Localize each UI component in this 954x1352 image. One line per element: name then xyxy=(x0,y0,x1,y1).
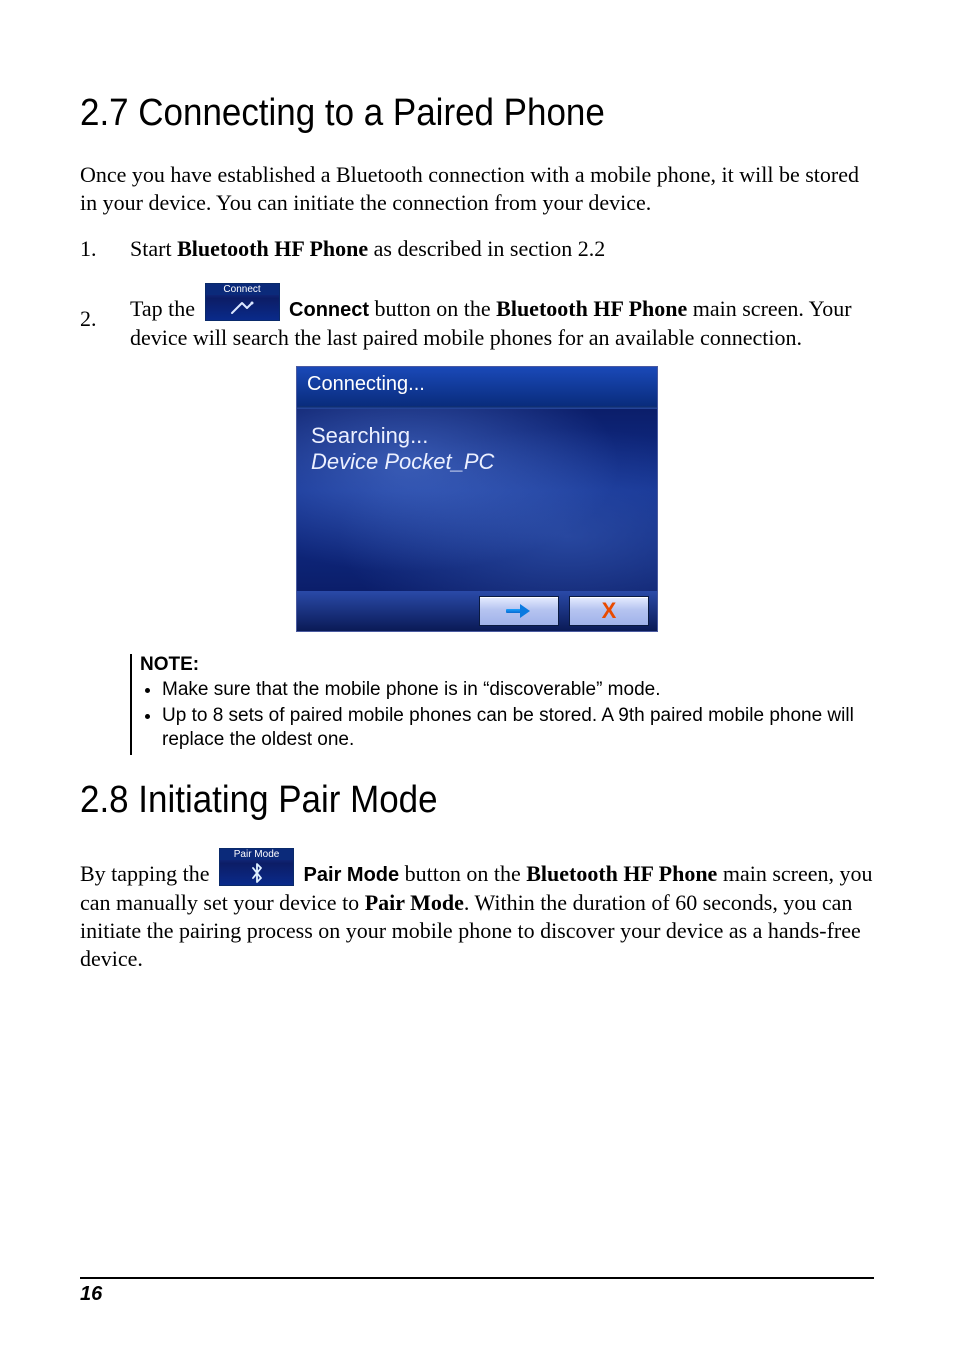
step-1-number: 1. xyxy=(80,235,97,263)
device-dialog-line2: Device Pocket_PC xyxy=(311,449,643,475)
step-2-mid1: button on the xyxy=(369,296,496,321)
heading-2-7: 2.7 Connecting to a Paired Phone xyxy=(80,92,810,135)
arrow-right-icon xyxy=(506,606,532,616)
close-icon: X xyxy=(602,600,617,622)
close-button[interactable]: X xyxy=(569,596,649,626)
note-block: NOTE: Make sure that the mobile phone is… xyxy=(130,654,874,755)
connect-button-caption: Connect xyxy=(206,284,279,295)
connect-button[interactable]: Connect xyxy=(205,283,280,321)
intro-paragraph: Once you have established a Bluetooth co… xyxy=(80,161,874,217)
device-dialog: Connecting... Searching... Device Pocket… xyxy=(296,366,658,632)
note-item-1: Make sure that the mobile phone is in “d… xyxy=(162,678,874,702)
pair-mode-button[interactable]: Pair Mode xyxy=(219,848,294,886)
device-dialog-footer: X xyxy=(297,591,657,631)
connect-icon xyxy=(206,295,279,320)
s28-mid1: button on the xyxy=(399,861,526,886)
s28-bold1: Bluetooth HF Phone xyxy=(526,861,717,886)
step-1: 1. Start Bluetooth HF Phone as described… xyxy=(80,235,874,263)
device-dialog-body: Searching... Device Pocket_PC xyxy=(297,409,657,591)
step-1-prefix: Start xyxy=(130,236,177,261)
page-footer: 16 xyxy=(80,1277,874,1306)
step-2-number: 2. xyxy=(80,305,97,333)
note-title: NOTE: xyxy=(140,654,874,676)
heading-2-8: 2.8 Initiating Pair Mode xyxy=(80,779,810,822)
next-button[interactable] xyxy=(479,596,559,626)
step-2-prefix: Tap the xyxy=(130,296,201,321)
step-2: 2. Tap the Connect Connect button on the… xyxy=(80,283,874,352)
device-dialog-title: Connecting... xyxy=(297,367,657,409)
page-number: 16 xyxy=(80,1283,102,1305)
bluetooth-icon xyxy=(220,860,293,885)
step-1-suffix: as described in section 2.2 xyxy=(368,236,605,261)
note-item-2: Up to 8 sets of paired mobile phones can… xyxy=(162,704,874,752)
s28-pairmode-label: Pair Mode xyxy=(304,864,400,886)
step-2-bold2: Bluetooth HF Phone xyxy=(496,296,687,321)
section-2-8-paragraph: By tapping the Pair Mode Pair Mode butto… xyxy=(80,848,874,973)
device-dialog-line1: Searching... xyxy=(311,423,643,449)
s28-prefix: By tapping the xyxy=(80,861,210,886)
step-1-bold: Bluetooth HF Phone xyxy=(177,236,368,261)
pair-mode-button-caption: Pair Mode xyxy=(220,849,293,860)
s28-bold2: Pair Mode xyxy=(365,890,464,915)
step-2-connect-label: Connect xyxy=(289,299,369,321)
